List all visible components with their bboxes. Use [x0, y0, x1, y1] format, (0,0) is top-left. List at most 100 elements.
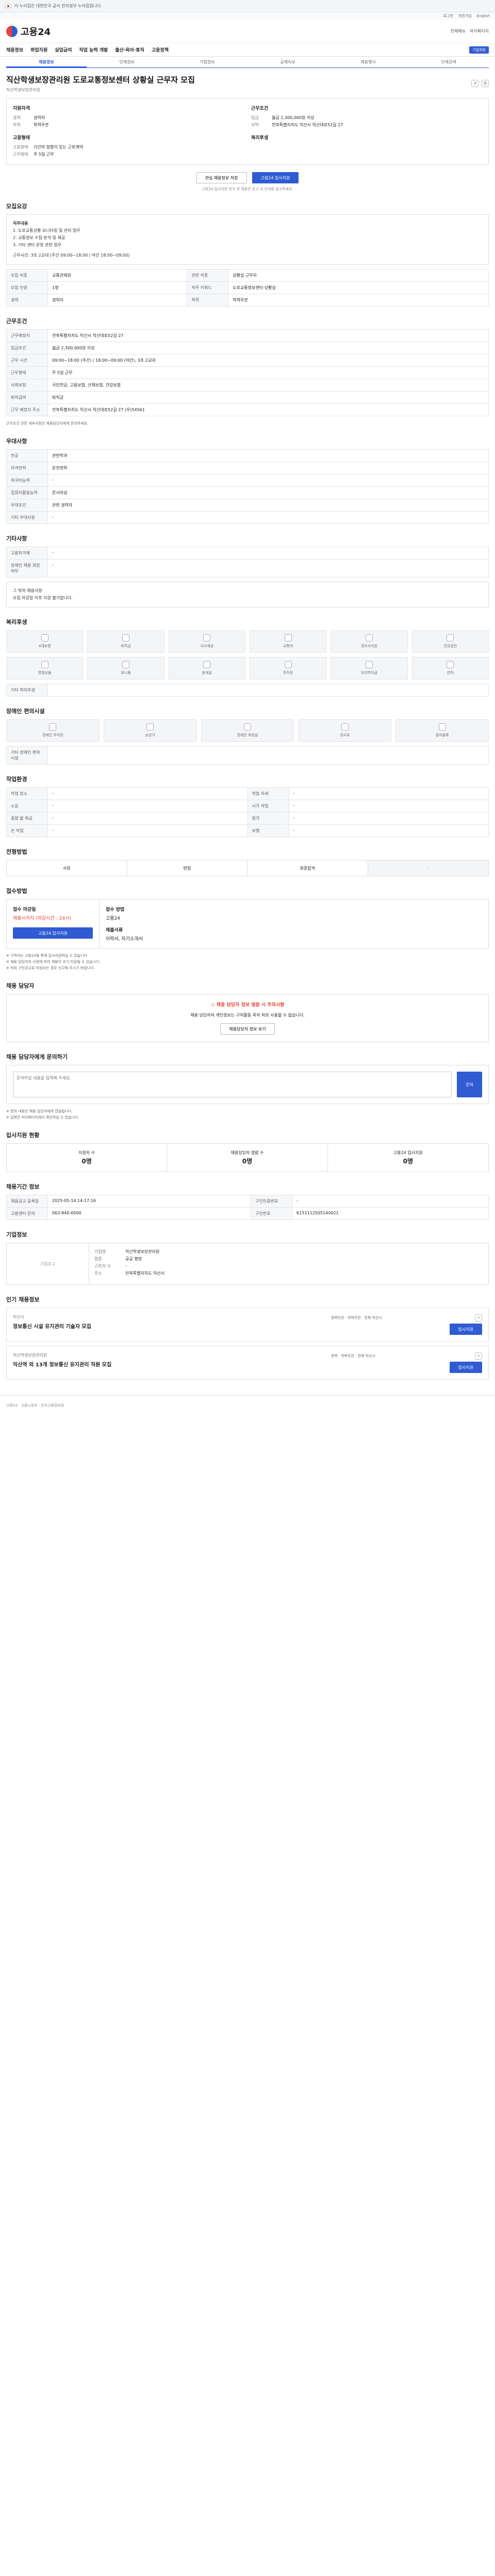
tile-label: 명절선물	[38, 671, 52, 675]
mypage-link[interactable]: 마이페이지	[470, 28, 489, 34]
welfare-section: 복리후생 4대보험 퇴직금 식사제공 교통비 경조사지원 건강검진 명절선물 유…	[6, 618, 489, 697]
share-icon[interactable]: ↗	[471, 80, 478, 87]
tab-company[interactable]: 기업정보	[167, 57, 248, 67]
all-menu-link[interactable]: 전체메뉴	[451, 28, 466, 34]
row-key: 기타 복리후생	[6, 684, 48, 697]
login-link[interactable]: 로그인	[443, 13, 453, 19]
signup-link[interactable]: 회원가입	[458, 13, 472, 19]
nav-benefits[interactable]: 실업급여	[55, 46, 72, 53]
preferences-section: 우대사항 전공 관련학과 자격면허 운전면허 외국어능력 - 컴퓨터활용능력 문서작성 …	[6, 437, 489, 524]
row-key: 근무형태	[6, 366, 48, 379]
tab-news[interactable]: 공채속보	[248, 57, 328, 67]
row-key: 기타 우대사항	[6, 511, 48, 524]
tab-events[interactable]: 채용행사	[328, 57, 408, 67]
row-value: 운전면허	[47, 462, 489, 474]
row-key: 보행	[247, 824, 289, 837]
table-row: 근무 예정지 주소 전북특별자치도 익산시 익산대로52길 27 (우)54561	[6, 403, 489, 416]
deadline-label: 접수 마감일	[13, 907, 36, 912]
table-row: 사회보험 국민연금, 고용보험, 산재보험, 건강보험	[6, 379, 489, 392]
row-value: 도로교통정보센터·상황실	[228, 281, 489, 294]
tile-label: 경조사지원	[360, 644, 378, 648]
company-title: 기업정보	[6, 1231, 27, 1238]
apply-button[interactable]: 고용24 입사지원	[252, 172, 299, 183]
card-title[interactable]: 정보통신 시설 유지관리 기술자 모집	[13, 1322, 326, 1330]
row-value: 전북특별자치도 익산시 익산대로52길 27	[47, 329, 489, 342]
star-icon[interactable]: ☆	[475, 1352, 482, 1360]
stats-title: 입사지원 현황	[6, 1132, 40, 1139]
summary-employment-title: 고용형태	[13, 135, 30, 141]
row-key: 구인인증번호	[251, 1195, 293, 1208]
site-logo[interactable]: 고용24	[6, 25, 51, 38]
company-box: 기업로고 기업명 직산학생보장관리원 업종 공공 행정 근로자 수 - 주소 전북특별자…	[6, 1243, 489, 1285]
nav-jobs[interactable]: 채용정보	[6, 46, 23, 53]
tab-jobs[interactable]: 채용정보	[6, 57, 87, 67]
list-item[interactable]: 익산시 정보통신 시설 유지관리 기술자 모집 경력무관 · 학력무관 · 전북…	[6, 1308, 489, 1342]
row-value: -	[288, 824, 489, 837]
list-item[interactable]: 직산학생보장관리원 익산역 외 13개 정보통신 유지관리 직원 모집 경력 ·…	[6, 1346, 489, 1380]
related-section: 인기 채용정보 익산시 정보통신 시설 유지관리 기술자 모집 경력무관 · 학…	[6, 1295, 489, 1380]
save-interest-button[interactable]: 관심 채용정보 저장	[196, 172, 247, 183]
summary-key: 경력	[13, 115, 21, 120]
alert-head: ⚠ 채용 담당자 정보 열람 시 주의사항	[14, 1002, 481, 1009]
tile-label: 식사제공	[200, 644, 214, 648]
tab-search[interactable]: 인재검색	[408, 57, 489, 67]
company-key: 기업명	[94, 1249, 106, 1254]
facility-tile: 승강기	[103, 719, 197, 742]
inquiry-textarea[interactable]	[13, 1072, 452, 1097]
elevator-icon	[146, 723, 154, 731]
summary-welfare-title: 복리후생	[251, 135, 269, 141]
company-key: 주소	[94, 1271, 102, 1276]
row-key: 중량 물 취급	[6, 812, 48, 825]
facility-tile: 장애인 화장실	[201, 719, 294, 742]
table-row: 외국어능력 -	[6, 474, 489, 487]
inquiry-title: 채용 담당자에게 문의하기	[6, 1054, 68, 1060]
process-step: 최종합격	[248, 860, 368, 876]
row-value: -	[47, 824, 248, 837]
process-step: 서류	[7, 860, 127, 876]
preferences-table: 전공 관련학과 자격면허 운전면허 외국어능력 - 컴퓨터활용능력 문서작성 우대조건 관…	[6, 449, 489, 524]
row-key: 임금조건	[6, 342, 48, 354]
tile-label: 주차장	[283, 671, 293, 675]
card-apply-button[interactable]: 입사지원	[449, 1324, 482, 1335]
show-contact-button[interactable]: 채용담당자 정보 보기	[220, 1023, 275, 1035]
table-row: 임금조건 월급 2,300,000원 이상	[6, 342, 489, 354]
apply-submit-button[interactable]: 고용24 입사지원	[13, 927, 93, 939]
welfare-tile: 4대보험	[6, 630, 84, 653]
row-key: 구인번호	[251, 1207, 293, 1220]
nav-policy[interactable]: 고용정책	[152, 46, 169, 53]
table-row: 장애인 채용 희망 여부 -	[6, 559, 489, 578]
tab-talent[interactable]: 인재정보	[87, 57, 167, 67]
posting-title: 채용기간 정보	[6, 1183, 40, 1190]
sub-tabs: 채용정보 인재정보 기업정보 공채속보 채용행사 인재검색	[6, 57, 489, 68]
welfare-tile: 연차	[411, 657, 489, 680]
welfare-icon	[122, 661, 129, 668]
welfare-tile: 식사제공	[168, 630, 245, 653]
contact-section: 채용 담당자 ⚠ 채용 담당자 정보 열람 시 주의사항 채용 담당자의 개인정…	[6, 981, 489, 1042]
table-row: 중량 물 취급 - 청각 -	[6, 812, 489, 825]
star-icon[interactable]: ☆	[475, 1314, 482, 1321]
stat-value: 0명	[242, 1158, 253, 1165]
tile-label: 연차	[447, 671, 454, 675]
tile-label: 4대보험	[38, 644, 51, 648]
nav-leave[interactable]: 출산·육아·휴직	[115, 46, 144, 53]
nav-support[interactable]: 취업지원	[30, 46, 47, 53]
summary-key: 지역	[251, 123, 259, 127]
ramp-icon	[341, 723, 349, 731]
welfare-other-table: 기타 복리후생	[6, 684, 489, 697]
nav-training[interactable]: 직업 능력 개발	[79, 46, 108, 53]
summary-value: 전북특별자치도 익산시 익산대로52길 27	[272, 123, 343, 127]
contact-title: 채용 담당자	[6, 982, 35, 989]
welfare-title: 복리후생	[6, 619, 27, 625]
print-icon[interactable]: ⎙	[482, 80, 489, 87]
welfare-icon	[203, 661, 211, 668]
card-title[interactable]: 익산역 외 13개 정보통신 유지관리 직원 모집	[13, 1360, 326, 1368]
recruit-line: 2. 교통정보 수집·분석 및 제공	[13, 235, 65, 240]
english-link[interactable]: English	[477, 14, 490, 18]
inquiry-submit-button[interactable]: 문의	[457, 1072, 482, 1097]
business-member-button[interactable]: 기업회원	[469, 46, 489, 54]
company-logo: 기업로고	[7, 1243, 89, 1284]
tile-label: 퇴직금	[121, 644, 131, 648]
row-value: -	[47, 559, 489, 578]
card-apply-button[interactable]: 입사지원	[449, 1362, 482, 1373]
process-steps: 서류 면접 최종합격 -	[6, 860, 489, 876]
